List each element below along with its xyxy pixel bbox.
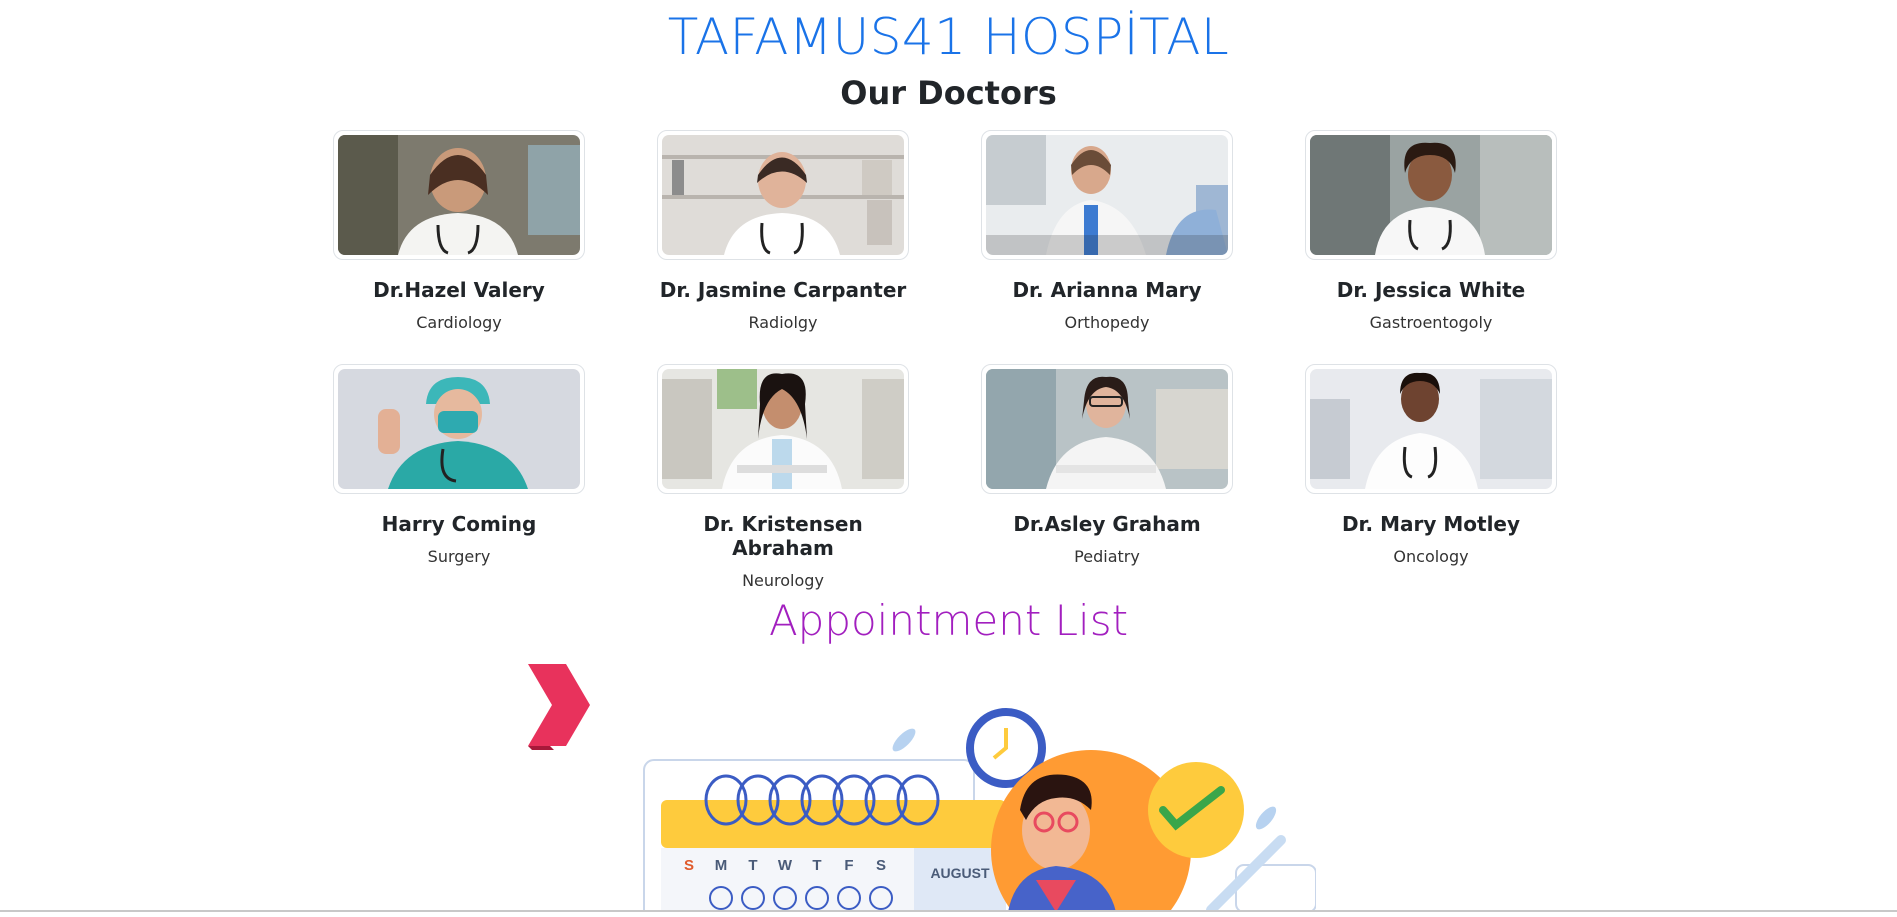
doctor-department: Orthopedy [1064,313,1150,332]
doctor-department: Neurology [742,571,824,590]
weekday-label: M [715,857,728,874]
weekday-label: T [812,857,821,874]
doctor-department: Cardiology [416,313,502,332]
hospital-title: TAFAMUS41 HOSPİTAL [667,8,1230,66]
doctor-name: Dr.Hazel Valery [373,278,545,302]
weekday-label: W [778,857,793,874]
doctor-name: Harry Coming [381,512,537,536]
doctor-card[interactable]: Harry Coming Surgery [333,364,585,566]
doctor-photo [333,130,585,260]
weekday-label: T [748,857,757,874]
weekday-label: F [844,857,853,874]
doctor-department: Radiolgy [748,313,818,332]
appointment-list-title: Appointment List [768,596,1129,645]
doctor-photo [333,364,585,494]
doctor-name: Dr. Mary Motley [1341,512,1521,536]
doctor-card[interactable]: Dr.Asley Graham Pediatry [981,364,1233,566]
doctor-photo [1305,130,1557,260]
doctor-card[interactable]: Dr. Jessica White Gastroentogoly [1305,130,1557,332]
doctor-card[interactable]: Dr. Mary Motley Oncology [1305,364,1557,566]
doctor-card[interactable]: Dr. Jasmine Carpanter Radiolgy [657,130,909,332]
doctor-name: Dr. Jessica White [1336,278,1526,302]
doctor-photo [981,364,1233,494]
doctor-name: Dr.Asley Graham [1013,512,1201,536]
calendar-month: AUGUST [930,865,990,881]
doctors-section-title: Our Doctors [840,74,1057,112]
weekday-label: S [684,857,694,874]
doctor-name: Dr. Arianna Mary [1012,278,1202,302]
doctor-photo [657,364,909,494]
calendar-illustration: AUGUST S M T W T F S [636,700,1317,917]
doctor-photo [657,130,909,260]
doctor-name: Dr. Jasmine Carpanter [659,278,907,302]
doctor-name: Dr. Kristensen Abraham [703,512,863,560]
doctor-card[interactable]: Dr. Kristensen Abraham Neurology [657,364,909,590]
weekday-label: S [876,857,886,874]
doctor-card[interactable]: Dr.Hazel Valery Cardiology [333,130,585,332]
doctor-department: Pediatry [1074,547,1140,566]
doctor-photo [981,130,1233,260]
doctor-department: Gastroentogoly [1369,313,1493,332]
doctor-department: Oncology [1393,547,1469,566]
double-chevron-right-icon[interactable] [524,660,594,755]
doctor-card[interactable]: Dr. Arianna Mary Orthopedy [981,130,1233,332]
doctor-photo [1305,364,1557,494]
doctor-department: Surgery [427,547,491,566]
